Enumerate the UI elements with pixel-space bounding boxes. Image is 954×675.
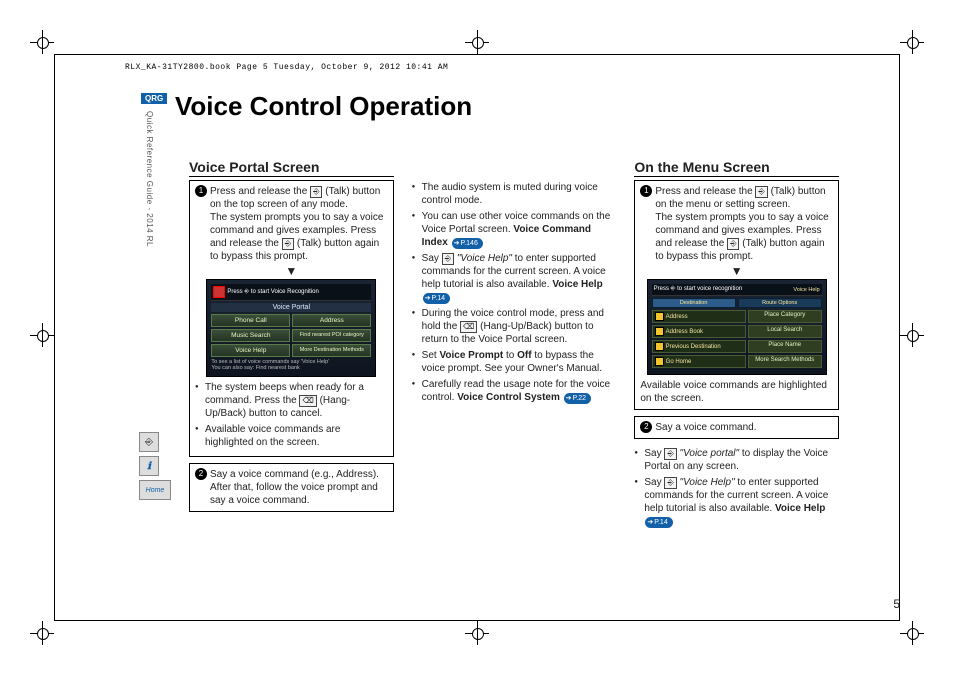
tab: Destination <box>652 298 736 308</box>
side-icon-stack: ⎆ ℹ Home <box>139 432 171 500</box>
voice-portal-heading: Voice Portal Screen <box>189 159 394 177</box>
portal-cell: Voice Help <box>211 344 290 357</box>
qrg-badge: QRG <box>141 93 167 104</box>
step-number-1: 1 <box>640 185 652 197</box>
tab: Route Options <box>738 298 822 308</box>
step-2-box: 2 Say a voice command (e.g., Address). A… <box>189 463 394 512</box>
page-number: 5 <box>893 597 900 611</box>
bullet-item: Say ⎆ "Voice portal" to display the Voic… <box>634 447 839 473</box>
portal-cell: Phone Call <box>211 314 290 327</box>
portal-cell: Address <box>292 314 371 327</box>
crop-mark <box>900 323 924 347</box>
down-arrow-icon: ▼ <box>195 265 388 277</box>
voice-portal-screenshot: Press ⎆ to start Voice Recognition Voice… <box>206 279 376 377</box>
page-ref-pill[interactable]: P.22 <box>564 393 591 404</box>
step-1-text: Press and release the ⎆ (Talk) button on… <box>210 185 388 263</box>
bullet-item: Carefully read the usage note for the vo… <box>412 378 617 404</box>
down-arrow-icon: ▼ <box>640 265 833 277</box>
talk-icon: ⎆ <box>139 432 159 452</box>
step-number-2: 2 <box>640 421 652 433</box>
crop-mark <box>900 621 924 645</box>
portal-cell: Find nearest POI category <box>292 329 371 342</box>
bullet-item: Available voice commands are highlighted… <box>195 423 388 449</box>
page-title: Voice Control Operation <box>175 91 472 122</box>
menu-step-2-box: 2 Say a voice command. <box>634 416 839 439</box>
talk-button-icon: ⎆ <box>310 186 322 198</box>
step-number-2: 2 <box>195 468 207 480</box>
talk-button-icon: ⎆ <box>755 186 767 198</box>
talk-button-icon: ⎆ <box>727 238 739 250</box>
crop-mark <box>30 323 54 347</box>
portal-cell: More Destination Methods <box>292 344 371 357</box>
page-ref-pill[interactable]: P.146 <box>452 238 483 249</box>
step-2-text: Say a voice command (e.g., Address). Aft… <box>210 468 388 507</box>
column-2: The audio system is muted during voice c… <box>412 159 617 580</box>
menu-screenshot: Press ⎆ to start voice recognitionVoice … <box>647 279 827 375</box>
home-icon: Home <box>139 480 171 500</box>
crop-mark <box>30 30 54 54</box>
column-3: On the Menu Screen 1 Press and release t… <box>634 159 839 580</box>
content-columns: Voice Portal Screen 1 Press and release … <box>189 159 839 580</box>
menu-step-1-box: 1 Press and release the ⎆ (Talk) button … <box>634 180 839 410</box>
page-frame: RLX_KA-31TY2800.book Page 5 Tuesday, Oct… <box>54 54 900 621</box>
book-header-line: RLX_KA-31TY2800.book Page 5 Tuesday, Oct… <box>125 63 448 72</box>
bullet-item: You can use other voice commands on the … <box>412 210 617 249</box>
page-ref-pill[interactable]: P.14 <box>645 517 672 528</box>
talk-button-icon: ⎆ <box>664 477 676 489</box>
side-vertical-label: Quick Reference Guide - 2014 RL <box>145 111 154 247</box>
bullet-item: The system beeps when ready for a comman… <box>195 381 388 420</box>
step-number-1: 1 <box>195 185 207 197</box>
menu-step-2-text: Say a voice command. <box>655 421 756 434</box>
column-1: Voice Portal Screen 1 Press and release … <box>189 159 394 580</box>
crop-mark <box>30 621 54 645</box>
crop-mark <box>900 30 924 54</box>
bullet-item: During the voice control mode, press and… <box>412 307 617 346</box>
talk-button-icon: ⎆ <box>282 238 294 250</box>
step-1-box: 1 Press and release the ⎆ (Talk) button … <box>189 180 394 457</box>
crop-mark <box>465 30 489 54</box>
hangup-back-icon: ⌫ <box>299 395 316 407</box>
crop-mark <box>465 621 489 645</box>
talk-button-icon: ⎆ <box>442 253 454 265</box>
bullet-item: Say ⎆ "Voice Help" to enter supported co… <box>634 476 839 528</box>
menu-screen-heading: On the Menu Screen <box>634 159 839 177</box>
hangup-back-icon: ⌫ <box>460 321 477 333</box>
screenshot-caption: Available voice commands are highlighted… <box>640 379 833 405</box>
page-ref-pill[interactable]: P.14 <box>423 293 450 304</box>
menu-step-1-text: Press and release the ⎆ (Talk) button on… <box>655 185 833 263</box>
info-icon: ℹ <box>139 456 159 476</box>
bullet-item: Say ⎆ "Voice Help" to enter supported co… <box>412 252 617 304</box>
portal-cell: Music Search <box>211 329 290 342</box>
bullet-item: The audio system is muted during voice c… <box>412 181 617 207</box>
talk-button-icon: ⎆ <box>664 448 676 460</box>
bullet-item: Set Voice Prompt to Off to bypass the vo… <box>412 349 617 375</box>
